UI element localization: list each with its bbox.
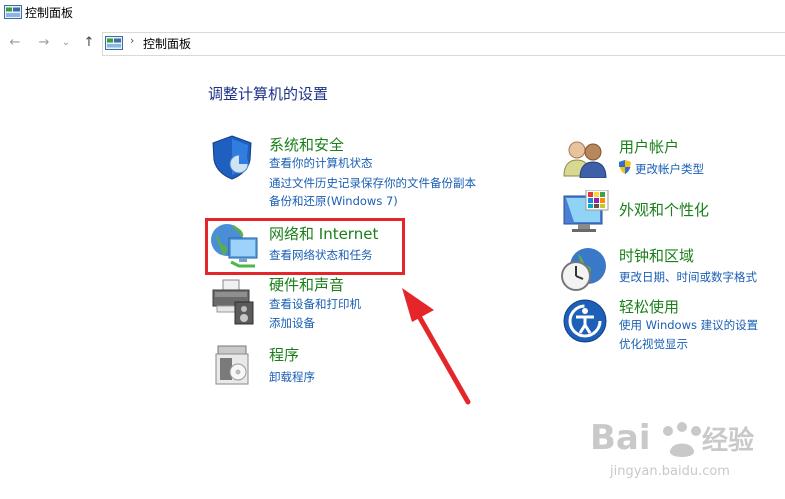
breadcrumb-separator-icon: ›	[130, 34, 135, 47]
link-change-date-time-format[interactable]: 更改日期、时间或数字格式	[619, 269, 757, 285]
address-bar[interactable]	[102, 32, 785, 56]
link-windows-recommended-settings[interactable]: 使用 Windows 建议的设置	[619, 317, 758, 333]
page-title: 调整计算机的设置	[208, 85, 329, 103]
recent-locations-icon[interactable]: ⌄	[60, 35, 72, 51]
shield-icon	[212, 135, 252, 180]
category-hardware-sound-title[interactable]: 硬件和声音	[269, 274, 344, 295]
link-optimize-visual-display[interactable]: 优化视觉显示	[619, 336, 688, 352]
watermark-brand: Bai	[590, 418, 651, 458]
watermark-url: jingyan.baidu.com	[609, 464, 730, 479]
category-user-accounts-title[interactable]: 用户帐户	[619, 136, 679, 157]
link-uninstall-program[interactable]: 卸载程序	[269, 369, 315, 385]
breadcrumb-control-panel[interactable]: 控制面板	[143, 35, 191, 52]
link-devices-printers[interactable]: 查看设备和打印机	[269, 296, 361, 312]
control-panel-icon	[4, 5, 22, 19]
control-panel-icon	[105, 36, 123, 50]
annotation-arrow-icon	[402, 288, 471, 405]
category-clock-region-title[interactable]: 时钟和区域	[619, 245, 694, 266]
link-backup-restore[interactable]: 备份和还原(Windows 7)	[269, 193, 398, 209]
clock-globe-icon	[561, 248, 606, 291]
category-programs-title[interactable]: 程序	[269, 344, 299, 365]
watermark-brand-suffix: 经验	[702, 425, 754, 456]
users-icon	[563, 141, 607, 178]
uac-shield-icon	[619, 160, 631, 174]
appearance-icon	[563, 190, 609, 232]
title-bar	[0, 0, 785, 27]
link-add-device[interactable]: 添加设备	[269, 315, 315, 331]
up-arrow-icon[interactable]: ↑	[81, 35, 97, 51]
baidu-jingyan-watermark: Bai 经验 jingyan.baidu.com	[590, 418, 754, 479]
programs-icon	[215, 345, 249, 385]
category-appearance-title[interactable]: 外观和个性化	[619, 199, 709, 220]
ease-of-access-icon	[563, 299, 607, 343]
category-ease-of-access-title[interactable]: 轻松使用	[619, 296, 679, 317]
forward-arrow-icon[interactable]: →	[36, 35, 52, 51]
category-system-security-title[interactable]: 系统和安全	[269, 134, 344, 155]
link-view-computer-status[interactable]: 查看你的计算机状态	[269, 155, 373, 171]
printer-icon	[212, 279, 254, 325]
annotation-highlight-box	[205, 218, 405, 275]
window-title: 控制面板	[25, 6, 74, 20]
link-file-history-backup[interactable]: 通过文件历史记录保存你的文件备份副本	[269, 175, 476, 191]
link-change-account-type[interactable]: 更改帐户类型	[635, 161, 704, 177]
back-arrow-icon[interactable]: ←	[7, 35, 23, 51]
